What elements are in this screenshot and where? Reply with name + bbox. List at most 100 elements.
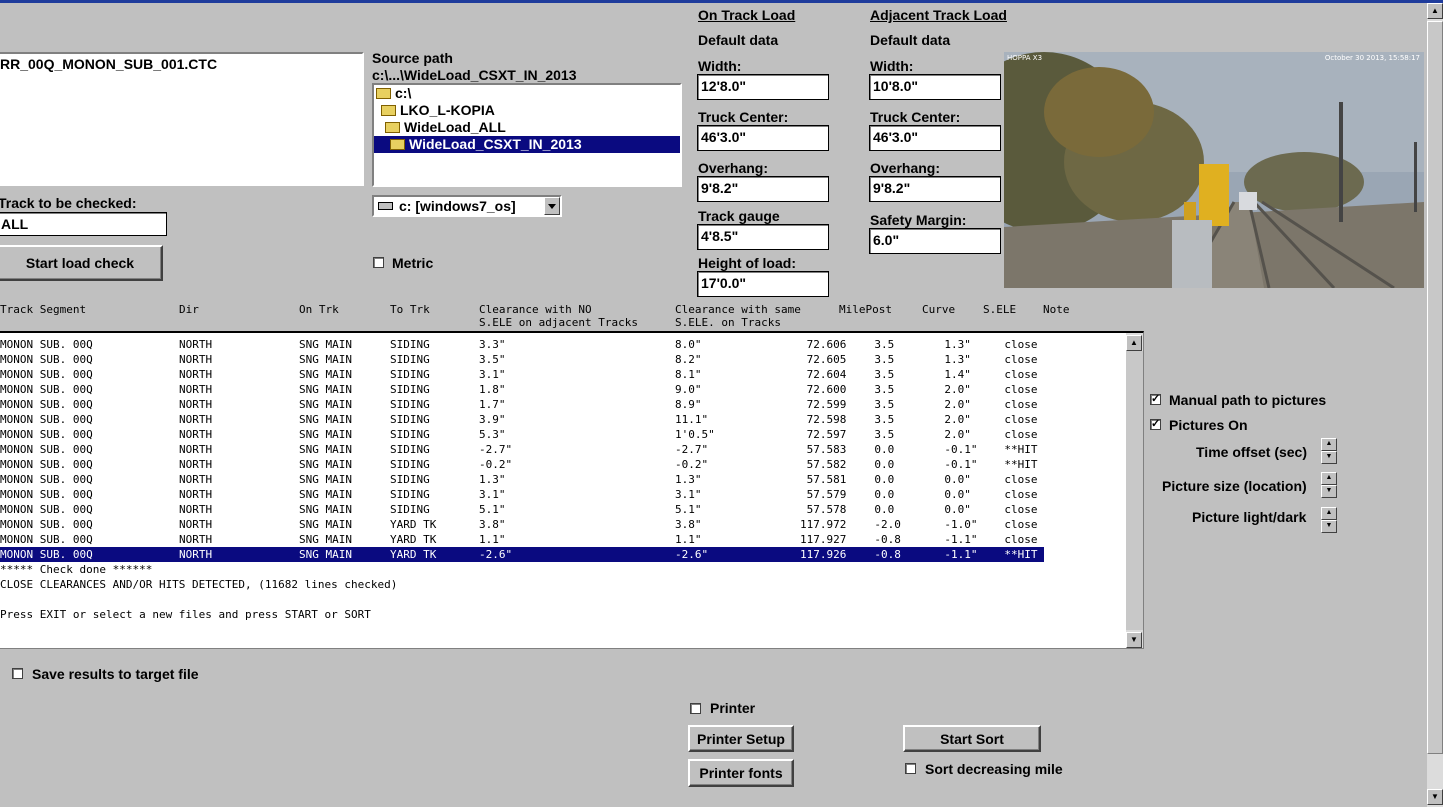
table-cell: -2.6" [479, 548, 513, 561]
table-row[interactable]: MONON SUB. 00Q NORTH SNG MAIN SIDING -0.2" -0… [0, 457, 1044, 472]
table-cell: NORTH [179, 518, 213, 531]
pictures-on-checkbox[interactable]: ✓ [1150, 419, 1161, 430]
result-message: ***** Check done ****** [0, 563, 153, 576]
folder-tree-item[interactable]: c:\ [376, 85, 411, 102]
triangle-up-icon: ▲ [1431, 6, 1439, 15]
folder-tree[interactable]: c:\ LKO_L-KOPIA WideLoad_ALL WideLoad_CS… [372, 83, 682, 187]
on-track-overhang-input[interactable]: 9'8.2" [697, 176, 829, 202]
adjacent-truck-input[interactable]: 46'3.0" [869, 125, 1001, 151]
folder-tree-item[interactable]: LKO_L-KOPIA [381, 102, 495, 119]
table-cell: NORTH [179, 533, 213, 546]
sort-decreasing-checkbox[interactable] [905, 763, 916, 774]
folder-tree-item[interactable]: WideLoad_ALL [385, 119, 506, 136]
drive-select[interactable]: c: [windows7_os] [372, 195, 562, 217]
col-header-clearance-same-sub: S.ELE. on Tracks [675, 316, 781, 329]
table-cell: -0.2" [675, 458, 709, 471]
height-of-load-input[interactable]: 17'0.0" [697, 271, 829, 297]
manual-path-checkbox[interactable]: ✓ [1150, 394, 1161, 405]
on-track-truck-input[interactable]: 46'3.0" [697, 125, 829, 151]
table-row[interactable]: MONON SUB. 00Q NORTH SNG MAIN SIDING -2.7" -2… [0, 442, 1044, 457]
spin-down-icon[interactable]: ▼ [1321, 520, 1337, 533]
table-cell: 117.927 [800, 533, 847, 546]
folder-open-icon [381, 105, 396, 116]
save-results-checkbox[interactable] [12, 668, 23, 679]
track-check-input[interactable]: ALL [0, 212, 167, 236]
spin-up-icon[interactable]: ▲ [1321, 507, 1337, 520]
window-scroll-down-button[interactable]: ▼ [1427, 789, 1443, 805]
table-cell: 1.3" [675, 473, 702, 486]
table-row[interactable]: MONON SUB. 00Q NORTH SNG MAIN SIDING 1.3" 1.3… [0, 472, 1044, 487]
adjacent-overhang-label: Overhang: [870, 160, 941, 176]
scroll-thumb[interactable] [1126, 351, 1143, 630]
table-row[interactable]: MONON SUB. 00Q NORTH SNG MAIN SIDING 5.1" 5.1… [0, 502, 1044, 517]
table-row-selected[interactable]: MONON SUB. 00Q NORTH SNG MAIN YARD TK -2.6" -… [0, 547, 1045, 562]
source-path-label: Source path [372, 50, 453, 66]
table-row[interactable]: MONON SUB. 00Q NORTH SNG MAIN SIDING 5.3" 1'0… [0, 427, 1044, 442]
table-row[interactable]: MONON SUB. 00Q NORTH SNG MAIN SIDING 3.1" 8.1… [0, 367, 1044, 382]
checkmark-icon: ✓ [1151, 393, 1161, 405]
table-cell: MONON SUB. 00Q [0, 338, 93, 351]
table-row[interactable]: MONON SUB. 00Q NORTH SNG MAIN SIDING 3.3" 8.0… [0, 337, 1044, 352]
table-cell: 3.3" [479, 338, 506, 351]
folder-open-icon [385, 122, 400, 133]
spin-down-icon[interactable]: ▼ [1321, 451, 1337, 464]
table-cell: close [1004, 383, 1038, 396]
start-load-check-button[interactable]: Start load check [0, 245, 163, 281]
table-row[interactable]: MONON SUB. 00Q NORTH SNG MAIN SIDING 3.1" 3.1… [0, 487, 1044, 502]
window-scroll-up-button[interactable]: ▲ [1427, 3, 1443, 19]
spin-up-icon[interactable]: ▲ [1321, 438, 1337, 451]
manual-path-label: Manual path to pictures [1169, 392, 1327, 408]
table-cell: SIDING [390, 488, 430, 501]
scroll-down-button[interactable]: ▼ [1126, 632, 1142, 648]
printer-setup-button[interactable]: Printer Setup [688, 725, 794, 752]
window-scroll-thumb[interactable] [1427, 21, 1443, 754]
table-cell: NORTH [179, 398, 213, 411]
table-row[interactable]: MONON SUB. 00Q NORTH SNG MAIN SIDING 3.9" 11.… [0, 412, 1044, 427]
adjacent-track-default: Default data [870, 32, 951, 48]
on-track-width-input[interactable]: 12'8.0" [697, 74, 829, 100]
table-row[interactable]: MONON SUB. 00Q NORTH SNG MAIN SIDING 1.8" 9.0… [0, 382, 1044, 397]
start-sort-button[interactable]: Start Sort [903, 725, 1041, 752]
table-cell: 3.5" [479, 353, 506, 366]
folder-tree-item-selected[interactable]: WideLoad_CSXT_IN_2013 [374, 136, 680, 153]
col-header-on-trk: On Trk [299, 303, 339, 316]
metric-checkbox[interactable] [373, 257, 384, 268]
adjacent-overhang-input[interactable]: 9'8.2" [869, 176, 1001, 202]
table-cell: MONON SUB. 00Q [0, 368, 93, 381]
picture-size-spinner[interactable]: ▲ ▼ [1321, 472, 1337, 498]
table-cell: MONON SUB. 00Q [0, 428, 93, 441]
table-cell: 0.0 [874, 488, 895, 501]
window-title-bar-edge [0, 0, 1443, 3]
table-cell: 72.604 [806, 368, 847, 381]
time-offset-spinner[interactable]: ▲ ▼ [1321, 438, 1337, 464]
table-row[interactable]: MONON SUB. 00Q NORTH SNG MAIN YARD TK 3.8" 3.… [0, 517, 1044, 532]
table-cell: NORTH [179, 548, 213, 561]
table-cell: **HIT [1004, 458, 1038, 471]
table-cell: 0.0" [944, 473, 971, 486]
table-cell: close [1004, 353, 1038, 366]
table-cell: 72.605 [806, 353, 847, 366]
table-cell: -2.7" [675, 443, 709, 456]
safety-margin-label: Safety Margin: [870, 212, 967, 228]
results-scrollbar[interactable]: ▲ ▼ [1126, 333, 1143, 648]
scroll-up-button[interactable]: ▲ [1126, 335, 1142, 351]
spin-down-icon[interactable]: ▼ [1321, 485, 1337, 498]
spin-up-icon[interactable]: ▲ [1321, 472, 1337, 485]
track-gauge-input[interactable]: 4'8.5" [697, 224, 829, 250]
printer-fonts-button[interactable]: Printer fonts [688, 759, 794, 787]
dropdown-button[interactable] [544, 197, 560, 215]
file-list-item[interactable]: RR_00Q_MONON_SUB_001.CTC [0, 56, 217, 72]
window-scrollbar[interactable]: ▲ ▼ [1427, 3, 1443, 807]
results-list[interactable]: MONON SUB. 00Q NORTH SNG MAIN SIDING 3.3" 8.0… [0, 331, 1144, 649]
file-list[interactable]: RR_00Q_MONON_SUB_001.CTC [0, 52, 364, 186]
printer-checkbox[interactable] [690, 703, 701, 714]
table-row[interactable]: MONON SUB. 00Q NORTH SNG MAIN YARD TK 1.1" 1.… [0, 532, 1044, 547]
adjacent-width-input[interactable]: 10'8.0" [869, 74, 1001, 100]
picture-light-spinner[interactable]: ▲ ▼ [1321, 507, 1337, 533]
safety-margin-input[interactable]: 6.0" [869, 228, 1001, 254]
table-row[interactable]: MONON SUB. 00Q NORTH SNG MAIN SIDING 1.7" 8.9… [0, 397, 1044, 412]
table-cell: -0.2" [479, 458, 513, 471]
table-row[interactable]: MONON SUB. 00Q NORTH SNG MAIN SIDING 3.5" 8.2… [0, 352, 1044, 367]
table-cell: 72.606 [806, 338, 847, 351]
on-track-title: On Track Load [698, 7, 796, 23]
